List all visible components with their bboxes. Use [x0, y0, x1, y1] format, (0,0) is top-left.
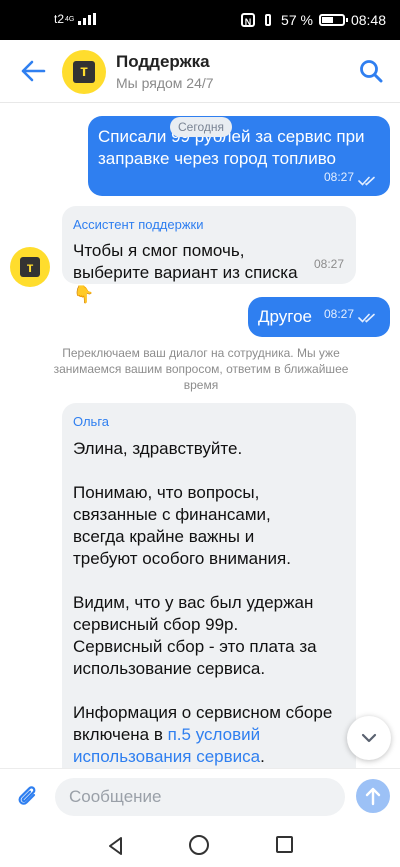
vibrate-icon — [261, 13, 275, 27]
arrow-up-icon — [365, 787, 381, 806]
outgoing-message[interactable]: Списали 99 рублей за сервис при заправке… — [88, 116, 390, 196]
message-text: Списали 99 рублей за сервис при заправке… — [98, 127, 365, 168]
chat-subtitle: Мы рядом 24/7 — [116, 75, 214, 91]
message-greeting: Элина, здравствуйте. — [73, 439, 243, 458]
message-sender: Ольга — [73, 414, 110, 429]
chevron-down-icon — [361, 733, 377, 743]
arrow-left-icon — [21, 60, 46, 82]
message-time: 08:27 — [323, 170, 354, 184]
message-input-bar — [0, 768, 400, 829]
battery-icon — [318, 14, 348, 26]
nfc-icon: N — [241, 13, 256, 27]
system-nav-bar — [0, 828, 400, 867]
nav-home-button[interactable] — [189, 835, 209, 855]
network-type: 4G — [65, 15, 75, 23]
back-button[interactable] — [18, 58, 48, 84]
search-icon — [360, 60, 383, 83]
carrier-label: t2 — [54, 12, 65, 26]
nav-back-button[interactable] — [106, 836, 126, 856]
signal-icon — [78, 13, 97, 25]
operator-message[interactable]: Ольга Элина, здравствуйте. Понимаю, что … — [62, 403, 356, 783]
paragraph-end: . — [260, 747, 265, 766]
paperclip-icon — [18, 786, 36, 805]
incoming-message[interactable]: Ассистент поддержки Чтобы я смог помочь,… — [62, 206, 356, 304]
message-input[interactable] — [55, 778, 345, 816]
battery-percent: 57 % — [281, 12, 313, 28]
send-button[interactable] — [356, 779, 390, 813]
attach-button[interactable] — [14, 783, 42, 811]
message-time: 08:27 — [313, 257, 344, 271]
chat-title: Поддержка — [116, 52, 210, 71]
clock: 08:48 — [350, 12, 386, 28]
search-button[interactable] — [358, 58, 384, 84]
avatar-logo: т — [73, 61, 95, 83]
message-paragraph: Понимаю, что вопросы, связанные с финанс… — [73, 483, 291, 568]
chat-header: т Поддержка Мы рядом 24/7 — [0, 40, 400, 103]
outgoing-message[interactable]: Другое 08:27 — [248, 297, 390, 337]
scroll-down-button[interactable] — [347, 716, 391, 760]
read-check-icon — [358, 313, 375, 323]
system-note: Переключаем ваш диалог на сотрудника. Мы… — [53, 346, 349, 392]
triangle-back-icon — [109, 837, 122, 855]
support-avatar[interactable]: т — [62, 50, 106, 94]
avatar-logo: т — [20, 257, 40, 277]
assistant-avatar[interactable]: т — [10, 247, 50, 287]
message-paragraph: Видим, что у вас был удержан сервисный с… — [73, 593, 317, 678]
date-separator: Сегодня — [170, 117, 232, 137]
nav-recents-button[interactable] — [276, 836, 293, 853]
message-time: 08:27 — [323, 307, 354, 321]
status-bar: t2 4G N 57 % 08:48 — [0, 0, 400, 40]
message-paragraph: Информация о сервисном сборе включена в … — [73, 702, 341, 768]
read-check-icon — [358, 176, 375, 186]
message-sender: Ассистент поддержки — [73, 217, 204, 232]
